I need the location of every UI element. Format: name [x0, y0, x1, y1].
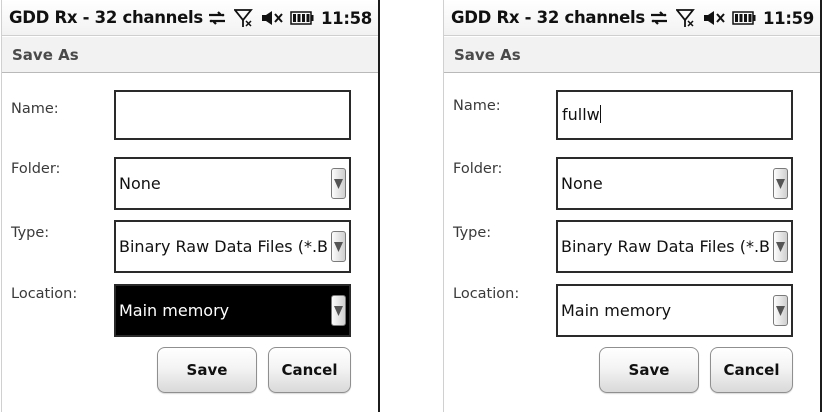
- no-signal-icon[interactable]: [233, 8, 254, 28]
- battery-icon[interactable]: [732, 11, 756, 25]
- dropdown-arrow-icon[interactable]: [773, 168, 788, 199]
- status-icons: 11:58: [207, 0, 372, 36]
- page-title: Save As: [12, 45, 79, 64]
- no-signal-icon[interactable]: [675, 8, 696, 28]
- page-title: Save As: [454, 45, 521, 64]
- dropdown-arrow-icon[interactable]: [773, 231, 788, 262]
- page-header: Save As: [2, 37, 378, 73]
- speaker-muted-icon[interactable]: [261, 10, 283, 26]
- speaker-muted-icon[interactable]: [703, 10, 725, 26]
- connectivity-icon[interactable]: [649, 10, 669, 26]
- connectivity-icon[interactable]: [207, 10, 227, 26]
- device-screen-after: GDD Rx - 32 channels 11:59 Save As Name:…: [443, 0, 822, 412]
- folder-value: None: [119, 174, 161, 193]
- cancel-button[interactable]: Cancel: [710, 347, 793, 393]
- dropdown-arrow-icon[interactable]: [331, 231, 346, 262]
- clock: 11:59: [762, 8, 814, 28]
- clock: 11:58: [320, 8, 372, 28]
- location-dropdown[interactable]: Main memory: [114, 284, 351, 337]
- name-label: Name:: [11, 101, 59, 117]
- folder-value: None: [561, 174, 603, 193]
- status-bar: GDD Rx - 32 channels 11:59: [444, 0, 820, 36]
- save-button[interactable]: Save: [599, 347, 699, 393]
- type-label: Type:: [11, 225, 50, 241]
- name-input[interactable]: fullw: [556, 90, 793, 140]
- location-label: Location:: [11, 286, 78, 302]
- location-value: Main memory: [119, 301, 230, 320]
- status-icons: 11:59: [649, 0, 814, 36]
- folder-label: Folder:: [11, 161, 61, 177]
- folder-dropdown[interactable]: None: [556, 157, 793, 210]
- dropdown-arrow-icon[interactable]: [331, 168, 346, 199]
- type-value: Binary Raw Data Files (*.BD: [119, 237, 327, 256]
- name-label: Name:: [453, 98, 501, 114]
- cancel-button[interactable]: Cancel: [268, 347, 351, 393]
- type-dropdown[interactable]: Binary Raw Data Files (*.BD: [556, 220, 793, 273]
- name-input[interactable]: [114, 90, 351, 140]
- name-value: fullw: [562, 105, 600, 124]
- app-title: GDD Rx - 32 channels: [9, 8, 203, 27]
- location-dropdown[interactable]: Main memory: [556, 284, 793, 337]
- folder-label: Folder:: [453, 161, 503, 177]
- save-button[interactable]: Save: [157, 347, 257, 393]
- type-dropdown[interactable]: Binary Raw Data Files (*.BD: [114, 220, 351, 273]
- type-value: Binary Raw Data Files (*.BD: [561, 237, 769, 256]
- text-cursor: [599, 105, 601, 123]
- battery-icon[interactable]: [290, 11, 314, 25]
- status-bar: GDD Rx - 32 channels 11:58: [2, 0, 378, 36]
- device-screen-before: GDD Rx - 32 channels 11:58 Save As Name:…: [1, 0, 380, 412]
- dropdown-arrow-icon[interactable]: [773, 295, 788, 326]
- dropdown-arrow-icon[interactable]: [331, 295, 346, 326]
- location-value: Main memory: [561, 301, 672, 320]
- page-header: Save As: [444, 37, 820, 73]
- app-title: GDD Rx - 32 channels: [451, 8, 645, 27]
- location-label: Location:: [453, 286, 520, 302]
- type-label: Type:: [453, 225, 492, 241]
- folder-dropdown[interactable]: None: [114, 157, 351, 210]
